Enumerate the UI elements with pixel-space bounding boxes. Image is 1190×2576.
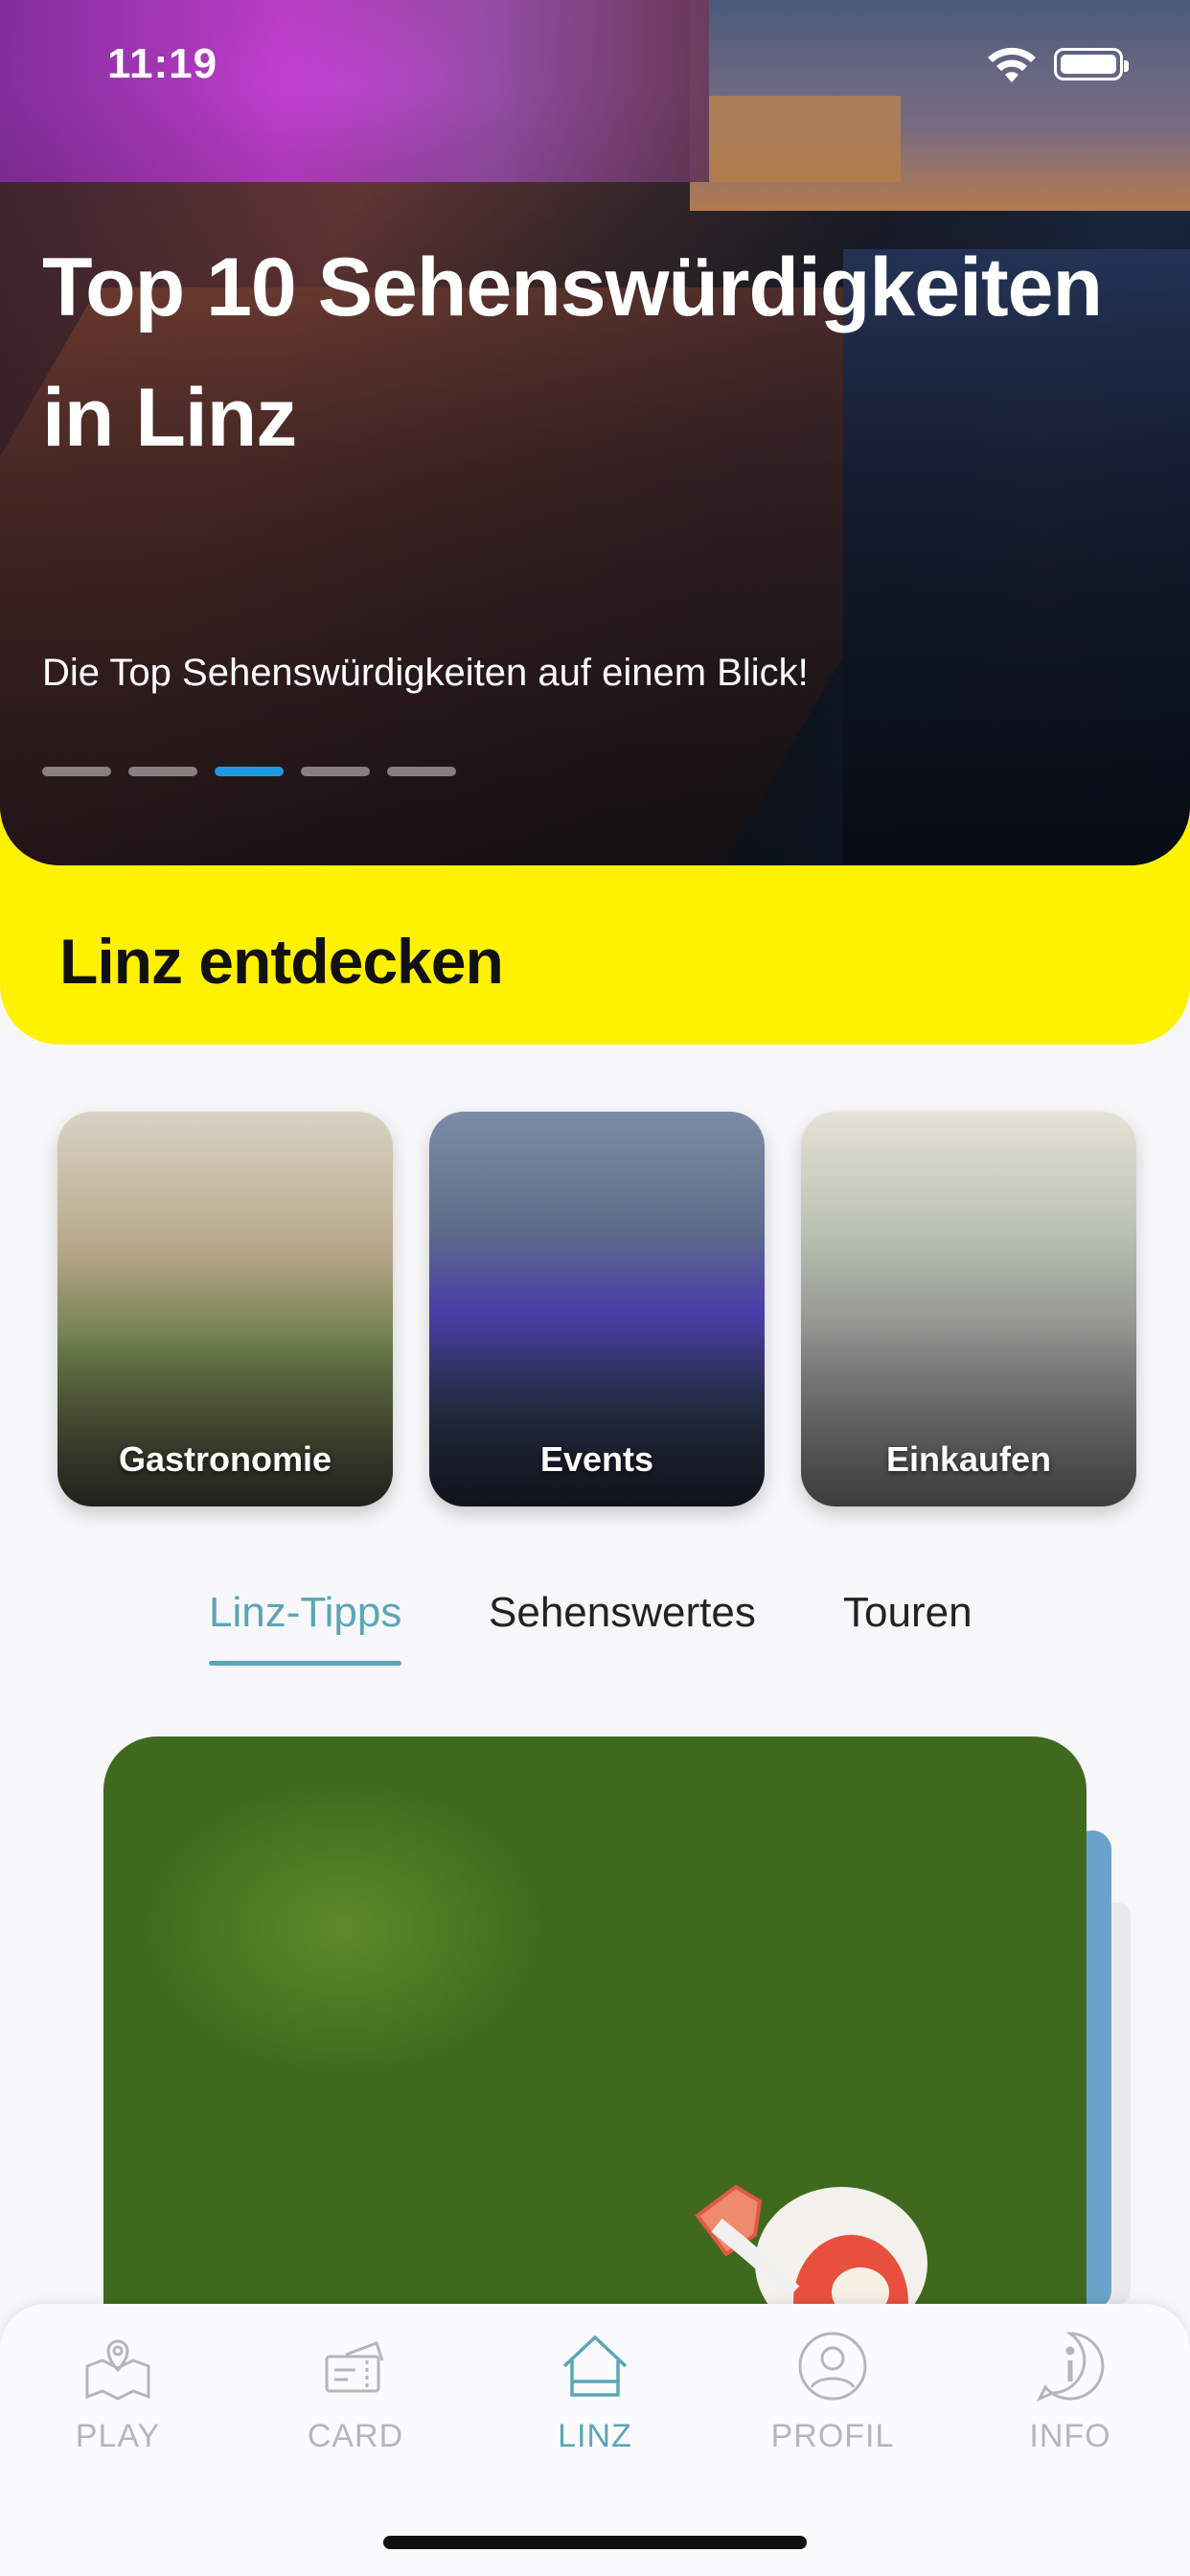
category-card-einkaufen[interactable]: Einkaufen (801, 1112, 1136, 1506)
page-dot[interactable] (42, 767, 111, 776)
category-label: Events (539, 1439, 654, 1479)
tab-linz-tipps[interactable]: Linz-Tipps (209, 1589, 402, 1666)
nav-info[interactable]: INFO (989, 2328, 1152, 2472)
category-label: Gastronomie (118, 1439, 332, 1479)
nav-label: PROFIL (770, 2418, 895, 2454)
tab-touren[interactable]: Touren (843, 1589, 973, 1666)
category-label: Einkaufen (885, 1439, 1052, 1479)
section-title: Linz entdecken (59, 926, 504, 997)
house-icon (562, 2334, 628, 2397)
screen: Linz entdecken Top 10 Sehenswürdigkeiten… (0, 0, 1190, 2576)
info-icon (1036, 2332, 1105, 2402)
content-tabs: Linz-Tipps Sehenswertes Touren (0, 1589, 1190, 1666)
status-bar: 11:19 (0, 0, 1190, 125)
page-dot[interactable] (128, 767, 197, 776)
user-icon (798, 2332, 867, 2401)
hero-subtitle: Die Top Sehenswürdigkeiten auf einem Bli… (42, 652, 809, 694)
page-dot[interactable] (301, 767, 370, 776)
nav-label: INFO (1029, 2418, 1111, 2454)
nav-label: PLAY (75, 2418, 161, 2454)
page-dot-active[interactable] (215, 767, 284, 776)
hero-title: Top 10 Sehenswürdigkeiten in Linz (42, 242, 1103, 464)
map-pin-icon (85, 2339, 150, 2401)
nav-play[interactable]: PLAY (36, 2328, 199, 2472)
hero-carousel[interactable]: Top 10 Sehenswürdigkeiten in Linz Die To… (0, 0, 1190, 865)
nav-profil[interactable]: PROFIL (751, 2328, 914, 2472)
home-indicator[interactable] (383, 2536, 807, 2549)
category-card-gastronomie[interactable]: Gastronomie (57, 1112, 393, 1506)
carousel-page-indicator[interactable] (42, 767, 456, 776)
nav-label: LINZ (558, 2418, 632, 2454)
category-card-events[interactable]: Events (429, 1112, 765, 1506)
category-list: Gastronomie Events Einkaufen (57, 1112, 1136, 1506)
nav-card[interactable]: CARD (274, 2328, 437, 2472)
battery-icon (1054, 48, 1129, 80)
status-time: 11:19 (107, 40, 218, 87)
page-dot[interactable] (387, 767, 456, 776)
ticket-card-icon (325, 2341, 384, 2393)
tab-sehenswertes[interactable]: Sehenswertes (489, 1589, 756, 1666)
nav-linz[interactable]: LINZ (514, 2328, 676, 2472)
nav-label: CARD (307, 2418, 404, 2454)
wifi-icon (988, 47, 1036, 82)
